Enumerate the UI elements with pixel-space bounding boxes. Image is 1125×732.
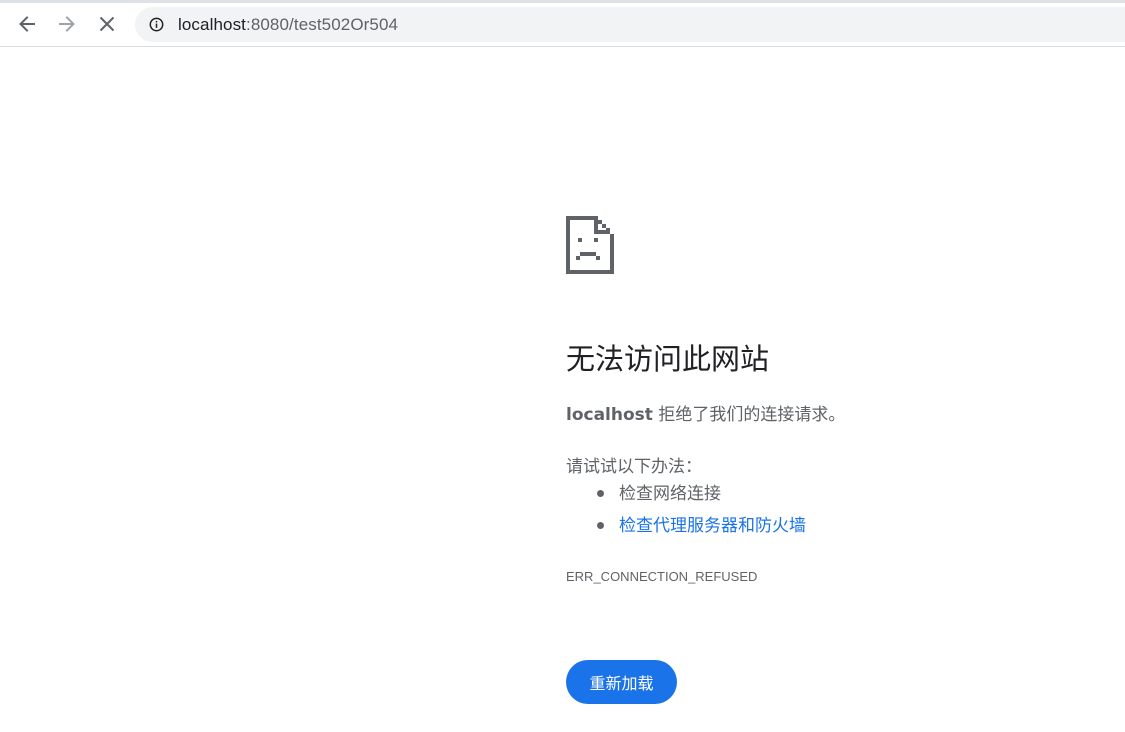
- suggestion-check-proxy-link[interactable]: 检查代理服务器和防火墙: [619, 516, 806, 536]
- arrow-right-icon: [59, 16, 75, 32]
- error-summary: localhost 拒绝了我们的连接请求。: [566, 400, 845, 425]
- sad-page-icon: [566, 216, 614, 274]
- summary-host: localhost: [566, 405, 653, 425]
- bullet-icon: [597, 522, 604, 529]
- info-circle-icon[interactable]: [149, 17, 164, 32]
- browser-toolbar: localhost:8080/test502Or504: [0, 3, 1125, 47]
- error-code: ERR_CONNECTION_REFUSED: [566, 569, 758, 584]
- url-path: :8080/test502Or504: [246, 15, 399, 34]
- address-url[interactable]: localhost:8080/test502Or504: [178, 15, 398, 35]
- error-title: 无法访问此网站: [566, 342, 770, 376]
- arrow-left-icon: [19, 16, 35, 32]
- close-icon: [99, 16, 115, 32]
- reload-button[interactable]: 重新加载: [566, 660, 677, 704]
- stop-button[interactable]: [90, 7, 124, 41]
- suggestion-check-network: 检查网络连接: [619, 484, 721, 504]
- back-button[interactable]: [10, 7, 44, 41]
- suggestion-item: 检查网络连接: [566, 481, 806, 513]
- suggestion-item: 检查代理服务器和防火墙: [566, 513, 806, 545]
- try-heading: 请试试以下办法：: [566, 457, 702, 477]
- address-bar[interactable]: localhost:8080/test502Or504: [135, 7, 1125, 42]
- summary-text: 拒绝了我们的连接请求。: [652, 405, 846, 425]
- bullet-icon: [597, 490, 604, 497]
- forward-button[interactable]: [50, 7, 84, 41]
- suggestions-list: 检查网络连接 检查代理服务器和防火墙: [566, 481, 806, 545]
- url-host: localhost: [178, 15, 246, 34]
